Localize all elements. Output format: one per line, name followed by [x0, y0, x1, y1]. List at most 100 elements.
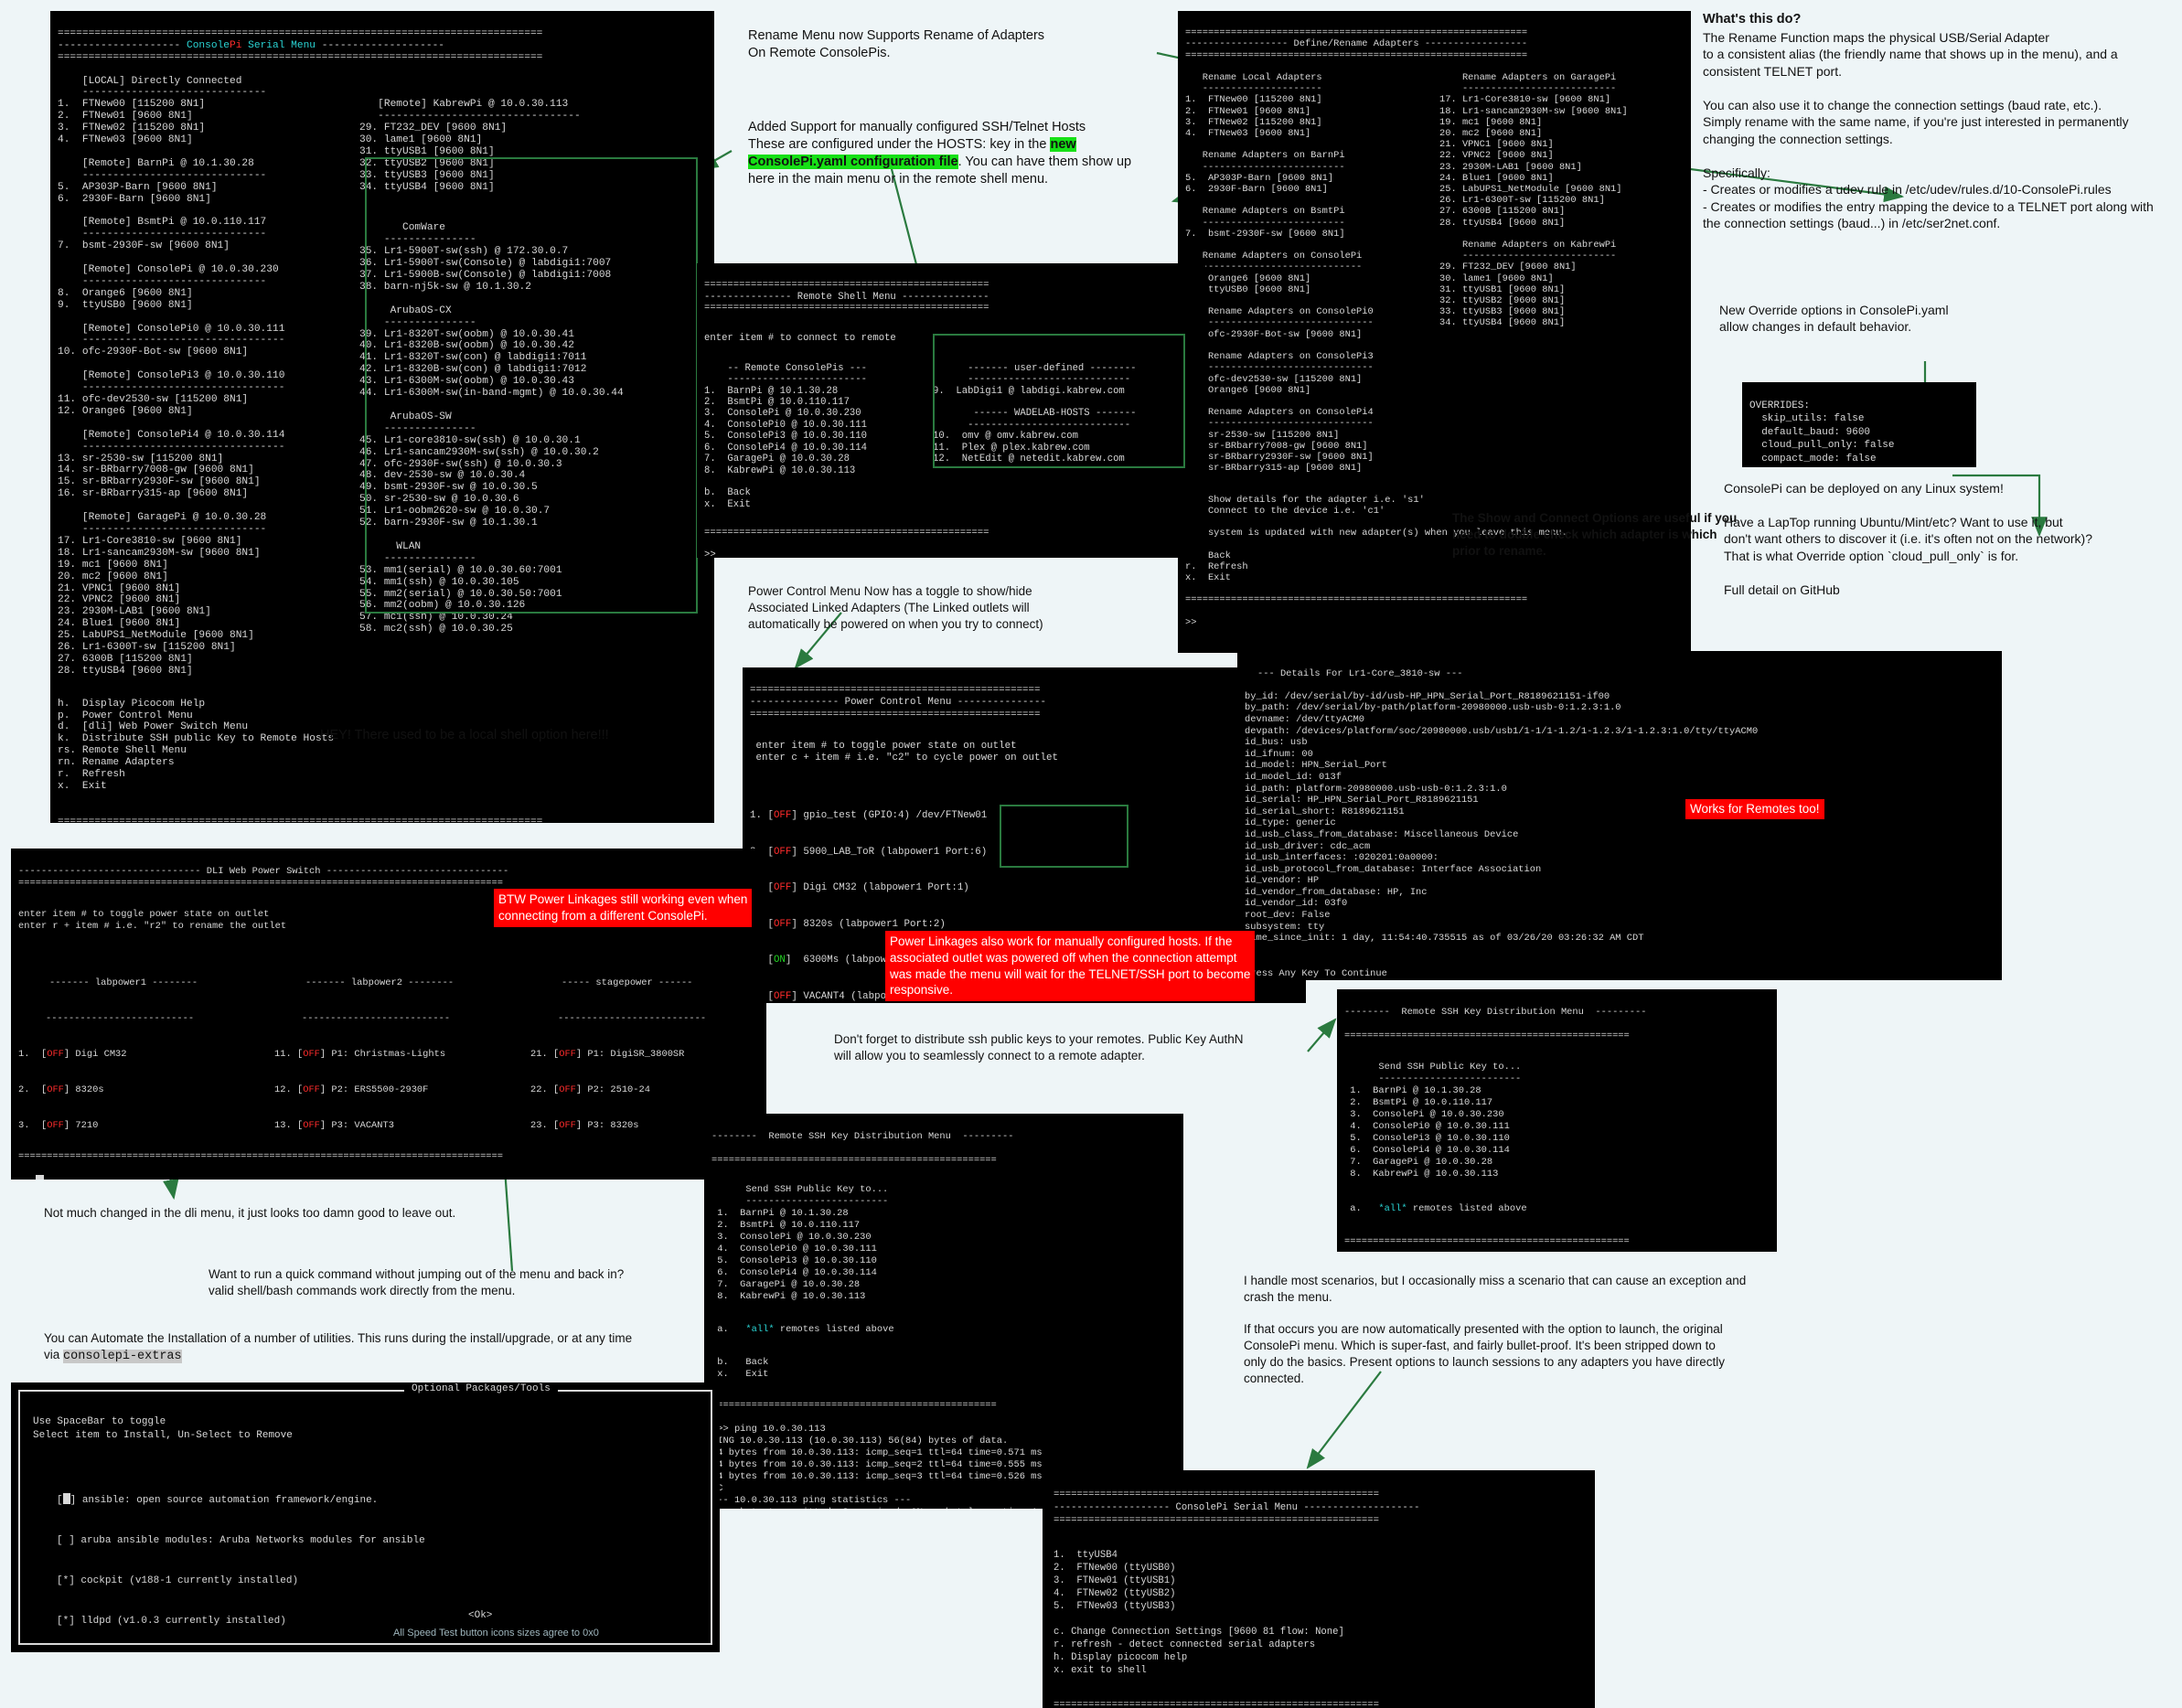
- main-menu-hosts-block[interactable]: ComWare --------------- 35. Lr1-5900T-sw…: [359, 222, 703, 635]
- dli-outlet-number: 2.: [18, 1084, 30, 1095]
- overrides-yaml-box: OVERRIDES: skip_utils: false default_bau…: [1742, 382, 1976, 467]
- dli-outlet-label: Digi CM32: [75, 1049, 127, 1060]
- note-exception-handling: I handle most scenarios, but I occasiona…: [1244, 1274, 1747, 1385]
- dli-outlet-label: P1: Christmas-Lights: [331, 1049, 446, 1060]
- ssh-key-title-ping: -------- Remote SSH Key Distribution Men…: [711, 1131, 1014, 1142]
- package-checkbox[interactable]: [*]: [57, 1616, 75, 1627]
- dli-outlet-row[interactable]: 13. [OFF] P3: VACANT3: [274, 1120, 530, 1132]
- remote-shell-prompt: >>: [704, 550, 716, 558]
- dli-outlet-row[interactable]: 2. [OFF] 8320s: [18, 1084, 274, 1096]
- package-item[interactable]: [ ] aruba ansible modules: Aruba Network…: [57, 1534, 425, 1548]
- dli-outlet-label: P2: 2510-24: [587, 1084, 650, 1095]
- dli-outlet-row[interactable]: 3. [OFF] 7210: [18, 1120, 274, 1132]
- ssh-key-distribution-terminal-right[interactable]: -------- Remote SSH Key Distribution Men…: [1337, 989, 1777, 1233]
- outlet-state: OFF: [773, 918, 792, 930]
- remote-shell-header: ========================================…: [704, 280, 989, 315]
- dli-outlet-row[interactable]: 12. [OFF] P2: ERS5500-2930F: [274, 1084, 530, 1096]
- ssh-key-title-right: -------- Remote SSH Key Distribution Men…: [1344, 1007, 1647, 1018]
- details-title: --- Details For Lr1-Core_3810-sw ---: [1257, 667, 1463, 679]
- package-item[interactable]: [*] lldpd (v1.0.3 currently installed): [57, 1615, 425, 1628]
- power-outlet-row[interactable]: 2. [OFF] 5900_LAB_ToR (labpower1 Port:6): [750, 847, 1299, 859]
- rename-menu-left-column[interactable]: Rename Local Adapters ------------------…: [1185, 72, 1439, 474]
- legacy-sep: ========================================…: [1054, 1700, 1380, 1708]
- rename-menu-header: ========================================…: [1185, 27, 1528, 61]
- ssh-key-prompt-right[interactable]: ========================================…: [1337, 1222, 1777, 1252]
- legacy-serial-menu-terminal[interactable]: ========================================…: [1043, 1470, 1595, 1708]
- dli-outlet-state: OFF: [47, 1084, 64, 1095]
- dli-group-rule: --------------------------: [558, 1013, 707, 1024]
- dli-outlet-state: OFF: [559, 1120, 576, 1131]
- dli-outlet-label: P1: DigiSR_3800SR: [587, 1049, 685, 1060]
- package-label: aruba ansible modules: Aruba Networks mo…: [80, 1534, 425, 1546]
- dli-outlet-number: 22.: [530, 1084, 548, 1095]
- dli-group-rule: --------------------------: [302, 1013, 451, 1024]
- optional-packages-dialog[interactable]: Optional Packages/Tools Use SpaceBar to …: [11, 1382, 720, 1652]
- note-whats-this-body: The Rename Function maps the physical US…: [1703, 30, 2154, 231]
- dli-group-rule: --------------------------: [46, 1013, 195, 1024]
- outlet-label: 5900_LAB_ToR (labpower1 Port:6): [803, 846, 988, 858]
- dli-outlet-label: 7210: [75, 1120, 99, 1131]
- power-menu-header: ========================================…: [750, 685, 1046, 721]
- power-outlet-row[interactable]: 3. [OFF] Digi CM32 (labpower1 Port:1): [750, 882, 1299, 894]
- main-serial-menu-terminal[interactable]: ========================================…: [50, 11, 714, 823]
- outlet-label: 8320s (labpower1 Port:2): [803, 918, 946, 930]
- dli-prompt: >>: [18, 1179, 36, 1180]
- note-quick-command: Want to run a quick command without jump…: [209, 1267, 625, 1297]
- all-rest: remotes listed above: [1407, 1203, 1527, 1214]
- note-rename-remote: Rename Menu now Supports Rename of Adapt…: [748, 28, 1045, 61]
- dli-group-labpower1[interactable]: ------- labpower1 -------- -------------…: [18, 954, 274, 1157]
- dli-outlet-row[interactable]: 22. [OFF] P2: 2510-24: [530, 1084, 759, 1096]
- power-outlet-row[interactable]: 1. [OFF] gpio_test (GPIO:4) /dev/FTNew01: [750, 810, 1299, 822]
- rename-menu-separator: ========================================…: [1185, 594, 1528, 606]
- note-faint-watermark: All Speed Test button icons sizes agree …: [393, 1628, 599, 1639]
- dli-outlet-number: 21.: [530, 1049, 548, 1060]
- remote-shell-menu-terminal[interactable]: ========================================…: [697, 263, 1205, 558]
- power-outlet-row[interactable]: 4. [OFF] 8320s (labpower1 Port:2): [750, 919, 1299, 931]
- package-checkbox[interactable]: [*]: [57, 1575, 75, 1586]
- package-checkbox[interactable]: [ ]: [57, 1535, 75, 1546]
- note-show-connect: The Show and Connect Options are useful …: [1452, 511, 1738, 558]
- dli-header: -------------------------------- DLI Web…: [18, 866, 509, 889]
- ssh-key-distribution-terminal-ping[interactable]: -------- Remote SSH Key Distribution Men…: [704, 1114, 1183, 1509]
- remote-shell-left-column[interactable]: -- Remote ConsolePis --- ---------------…: [704, 363, 933, 510]
- dli-group-header: ------- labpower1 --------: [49, 977, 198, 988]
- dli-outlet-row[interactable]: 1. [OFF] Digi CM32: [18, 1049, 274, 1061]
- rename-menu-right-column[interactable]: Rename Adapters on GaragePi ------------…: [1439, 72, 1682, 474]
- dli-prompt-bar[interactable]: ========================================…: [11, 1136, 766, 1180]
- dli-outlet-number: 1.: [18, 1049, 30, 1060]
- details-body: by_id: /dev/serial/by-id/usb-HP_HPN_Seri…: [1245, 690, 1759, 945]
- note-local-shell: HEY! There used to be a local shell opti…: [320, 728, 609, 742]
- outlet-state: OFF: [773, 810, 792, 822]
- legacy-body[interactable]: 1. ttyUSB4 2. FTNew00 (ttyUSB0) 3. FTNew…: [1054, 1549, 1584, 1677]
- ssh-key-body-right[interactable]: Send SSH Public Key to... --------------…: [1344, 1062, 1770, 1180]
- dli-group-labpower2[interactable]: ------- labpower2 -------- -------------…: [274, 954, 530, 1157]
- package-item[interactable]: [*] cockpit (v188-1 currently installed): [57, 1575, 425, 1588]
- dli-outlet-state: OFF: [47, 1120, 64, 1131]
- dli-separator: ========================================…: [18, 1151, 504, 1162]
- dli-outlet-number: 12.: [274, 1084, 292, 1095]
- remote-shell-right-column[interactable]: ------- user-defined -------- ----------…: [933, 363, 1189, 510]
- note-power-toggle: Power Control Menu Now has a toggle to s…: [748, 584, 1043, 631]
- power-menu-intro: enter item # to toggle power state on ou…: [755, 741, 1058, 764]
- main-menu-left-column[interactable]: [LOCAL] Directly Connected -------------…: [58, 76, 359, 678]
- ssh-key-all-row-right[interactable]: a. *all* remotes listed above: [1344, 1203, 1770, 1215]
- dli-outlet-row[interactable]: 11. [OFF] P1: Christmas-Lights: [274, 1049, 530, 1061]
- dli-outlet-state: OFF: [303, 1120, 320, 1131]
- main-menu-options[interactable]: h. Display Picocom Help p. Power Control…: [58, 699, 707, 793]
- main-menu-separator: ========================================…: [58, 816, 543, 823]
- note-whats-this-title: What's this do?: [1703, 12, 1802, 27]
- dli-outlet-state: OFF: [303, 1084, 320, 1095]
- dli-outlet-row[interactable]: 21. [OFF] P1: DigiSR_3800SR: [530, 1049, 759, 1061]
- adapter-details-terminal[interactable]: --- Details For Lr1-Core_3810-sw --- by_…: [1237, 651, 2002, 980]
- ssh-key-sep2-right: ========================================…: [1344, 1236, 1630, 1247]
- optional-packages-list[interactable]: [] ansible: open source automation frame…: [57, 1467, 425, 1652]
- ssh-key-sep-ping: ========================================…: [711, 1155, 997, 1166]
- ssh-key-body-ping[interactable]: Send SSH Public Key to... --------------…: [711, 1184, 1176, 1303]
- main-menu-header: ========================================…: [58, 27, 543, 63]
- package-item[interactable]: [] ansible: open source automation frame…: [57, 1493, 425, 1508]
- ssh-key-sep3-ping: ========================================…: [711, 1400, 997, 1411]
- ssh-key-sep-right: ========================================…: [1344, 1030, 1630, 1041]
- ok-button[interactable]: <Ok>: [468, 1609, 492, 1623]
- selection-cursor: [62, 1493, 70, 1505]
- main-menu-remote-kabrewpi[interactable]: [Remote] KabrewPi @ 10.0.30.113 --------…: [359, 99, 703, 193]
